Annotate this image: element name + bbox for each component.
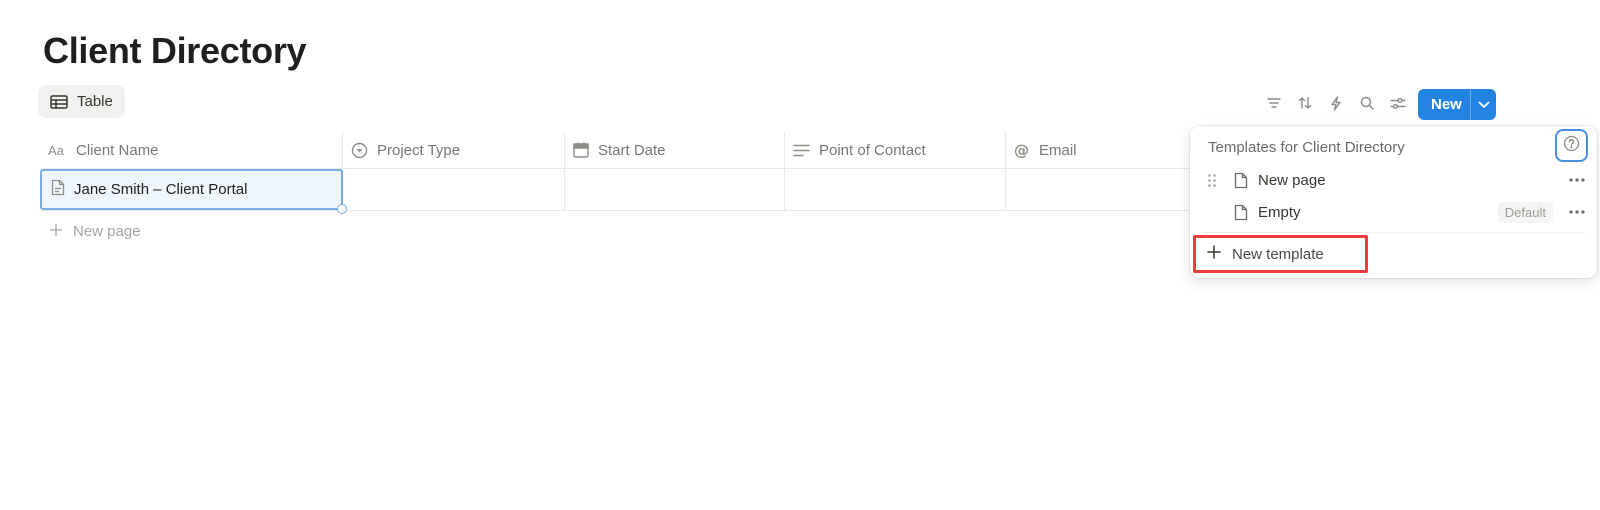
plus-icon bbox=[49, 223, 63, 240]
plus-icon bbox=[1207, 245, 1221, 263]
table-icon bbox=[50, 94, 68, 109]
question-icon bbox=[1563, 135, 1580, 157]
template-name: New page bbox=[1258, 171, 1326, 189]
new-button[interactable]: New bbox=[1418, 89, 1496, 120]
page-icon bbox=[1234, 204, 1248, 221]
start-date-cell[interactable] bbox=[565, 169, 785, 210]
select-icon bbox=[351, 142, 368, 159]
email-cell[interactable] bbox=[1006, 169, 1206, 210]
settings-icon[interactable] bbox=[1382, 88, 1413, 118]
new-button-label[interactable]: New bbox=[1418, 96, 1470, 113]
drag-handle-icon[interactable] bbox=[1202, 173, 1222, 187]
new-page-label: New page bbox=[73, 222, 141, 240]
column-header-client-name[interactable]: Aa Client Name bbox=[40, 132, 343, 168]
column-header-email[interactable]: @ Email bbox=[1006, 132, 1206, 168]
template-item-new-page[interactable]: New page bbox=[1202, 165, 1587, 195]
point-of-contact-cell[interactable] bbox=[785, 169, 1006, 210]
new-template-label: New template bbox=[1232, 245, 1324, 263]
page-title: Client Directory bbox=[43, 30, 307, 71]
page-icon bbox=[51, 179, 65, 200]
view-tab-label: Table bbox=[77, 93, 113, 110]
default-badge: Default bbox=[1497, 201, 1553, 223]
filter-icon[interactable] bbox=[1258, 88, 1289, 118]
template-item-empty[interactable]: Empty Default bbox=[1202, 197, 1587, 227]
svg-text:Aa: Aa bbox=[48, 144, 65, 156]
templates-popup: Templates for Client Directory New page … bbox=[1190, 126, 1597, 278]
client-name-cell[interactable]: Jane Smith – Client Portal bbox=[40, 169, 347, 214]
column-header-project-type[interactable]: Project Type bbox=[343, 132, 565, 168]
more-options-icon[interactable] bbox=[1567, 210, 1587, 214]
column-header-start-date[interactable]: Start Date bbox=[565, 132, 785, 168]
template-name: Empty bbox=[1258, 203, 1301, 221]
templates-popup-title: Templates for Client Directory bbox=[1208, 139, 1405, 156]
page-icon bbox=[1234, 172, 1248, 189]
sort-icon[interactable] bbox=[1289, 88, 1320, 118]
project-type-cell[interactable] bbox=[343, 169, 565, 210]
help-button[interactable] bbox=[1555, 129, 1588, 162]
automation-icon[interactable] bbox=[1320, 88, 1351, 118]
search-icon[interactable] bbox=[1351, 88, 1382, 118]
text-type-icon: Aa bbox=[48, 144, 67, 156]
at-icon: @ bbox=[1014, 142, 1030, 158]
divider bbox=[1202, 232, 1585, 233]
text-lines-icon bbox=[793, 144, 810, 157]
new-template-button[interactable]: New template bbox=[1193, 235, 1368, 273]
client-name-text: Jane Smith – Client Portal bbox=[74, 181, 248, 198]
more-options-icon[interactable] bbox=[1567, 178, 1587, 182]
database-toolbar bbox=[1258, 88, 1413, 118]
svg-text:@: @ bbox=[1014, 142, 1029, 158]
calendar-icon bbox=[573, 142, 589, 158]
view-tab-table[interactable]: Table bbox=[38, 85, 125, 118]
chevron-down-icon[interactable] bbox=[1471, 101, 1496, 109]
column-header-point-of-contact[interactable]: Point of Contact bbox=[785, 132, 1006, 168]
fill-handle[interactable] bbox=[337, 204, 347, 214]
